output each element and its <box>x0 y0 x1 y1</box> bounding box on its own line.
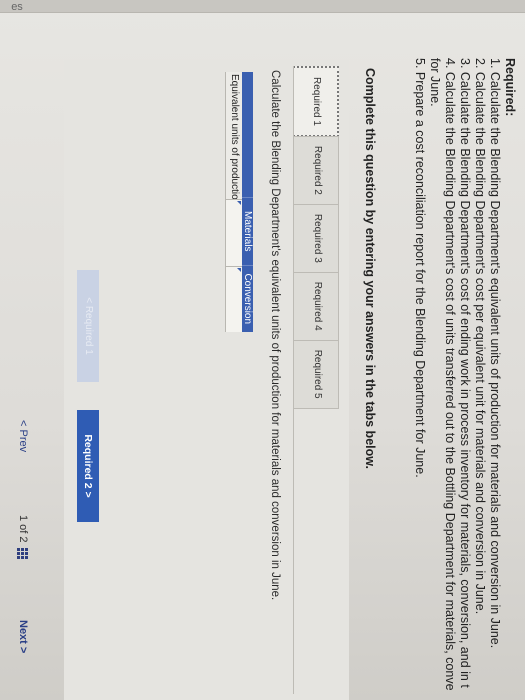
tab-required-1[interactable]: Required 1 <box>293 66 339 137</box>
header-conversion: Conversion <box>242 264 253 332</box>
row-label: Equivalent units of production <box>229 74 240 200</box>
table-header: Materials Conversion <box>242 72 253 332</box>
instruction-text: Complete this question by entering your … <box>363 68 377 469</box>
input-marker-icon <box>237 201 241 206</box>
pager: < Prev 1 of 2 Next > <box>5 0 29 700</box>
tab-navigation: < Required 1 Required 2 > <box>77 270 99 530</box>
prev-page-link[interactable]: < Prev <box>17 420 29 452</box>
left-edge-strip: es <box>0 0 525 13</box>
question-text: Calculate the Blending Department's equi… <box>269 70 281 601</box>
answer-table: Materials Conversion Equivalent units of… <box>223 72 253 332</box>
prev-tab-button[interactable]: < Required 1 <box>77 270 99 382</box>
required-item: 3. Calculate the Blending Department's c… <box>458 58 472 688</box>
required-item: 4. Calculate the Blending Department's c… <box>443 58 457 691</box>
input-marker-icon <box>237 267 241 272</box>
materials-cell[interactable] <box>223 199 242 266</box>
tab-required-2[interactable]: Required 2 <box>293 135 339 205</box>
photographed-screen: es Required: 1. Calculate the Blending D… <box>0 0 525 700</box>
required-item: 1. Calculate the Blending Department's e… <box>488 58 502 649</box>
tab-divider <box>293 66 294 694</box>
tab-required-4[interactable]: Required 4 <box>293 271 339 341</box>
required-item: 2. Calculate the Blending Department's c… <box>473 58 487 615</box>
required-item: for June. <box>428 58 442 107</box>
tab-required-3[interactable]: Required 3 <box>293 203 339 273</box>
next-tab-button[interactable]: Required 2 > <box>77 410 99 522</box>
header-materials: Materials <box>242 197 253 265</box>
header-blank-cell <box>242 72 253 197</box>
required-item: 5. Prepare a cost reconciliation report … <box>413 58 427 478</box>
page-indicator: 1 of 2 <box>17 515 29 543</box>
table-row: Equivalent units of production <box>223 72 242 332</box>
conversion-cell[interactable] <box>223 265 242 332</box>
tab-bar: Required 1 Required 2 Required 3 Require… <box>293 66 339 409</box>
materials-input[interactable] <box>223 200 240 265</box>
required-section: Required: 1. Calculate the Blending Depa… <box>412 58 517 698</box>
next-page-link[interactable]: Next > <box>17 620 29 653</box>
required-title: Required: <box>503 58 517 117</box>
tab-required-5[interactable]: Required 5 <box>293 339 339 409</box>
grid-icon[interactable] <box>17 548 28 559</box>
answer-panel: Required 1 Required 2 Required 3 Require… <box>64 60 349 700</box>
conversion-input[interactable] <box>223 266 240 331</box>
